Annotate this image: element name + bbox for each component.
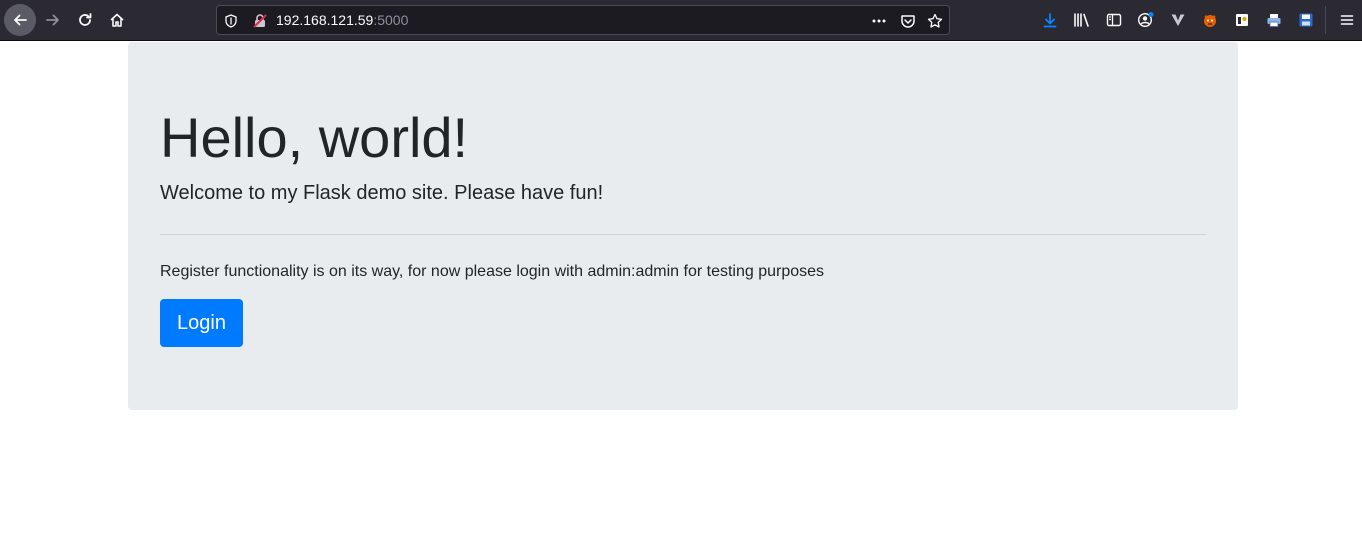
reload-button[interactable] [69,4,101,36]
library-button[interactable] [1066,4,1098,36]
jumbotron-panel: Hello, world! Welcome to my Flask demo s… [128,42,1238,410]
back-icon [14,14,27,26]
toolbar-separator [1325,6,1326,34]
account-icon [1137,12,1154,28]
divider [160,234,1206,235]
page-title: Hello, world! [160,106,469,169]
page-actions-icon[interactable] [871,13,887,29]
extension-v-icon [1171,14,1185,26]
login-button[interactable]: Login [160,299,243,347]
register-note: Register functionality is on its way, fo… [160,263,825,280]
extension-fox-icon [1204,15,1216,27]
account-button[interactable] [1130,4,1162,36]
lead-text: Welcome to my Flask demo site. Please ha… [160,182,604,204]
extension-dark-icon [1236,14,1248,26]
sidebar-icon [1106,13,1122,27]
extension-save-button[interactable] [1290,4,1322,36]
back-button[interactable] [4,4,36,36]
extension-v-button[interactable] [1162,4,1194,36]
downloads-icon [1043,13,1057,28]
home-icon [110,13,124,27]
url-text[interactable]: 192.168.121.59:5000 [276,12,408,28]
url-host: 192.168.121.59 [276,12,374,28]
bookmark-star-icon[interactable] [927,13,943,29]
tracking-protection-icon[interactable] [223,13,239,29]
extension-save-icon [1299,13,1313,27]
downloads-button[interactable] [1034,4,1066,36]
reload-icon [79,13,92,26]
menu-icon [1340,15,1354,25]
library-icon [1074,13,1089,27]
url-port: :5000 [373,12,409,28]
pocket-icon[interactable] [900,13,916,29]
url-bar[interactable]: 192.168.121.59:5000 [216,5,950,35]
extension-fox-button[interactable] [1194,4,1226,36]
browser-toolbar: 192.168.121.59:5000 [0,0,1362,41]
home-button[interactable] [101,4,133,36]
forward-icon [46,14,59,26]
extension-dark-button[interactable] [1226,4,1258,36]
sidebar-button[interactable] [1098,4,1130,36]
forward-button[interactable] [37,4,69,36]
extension-print-icon [1267,14,1281,27]
insecure-lock-icon[interactable] [252,13,268,29]
menu-button[interactable] [1331,4,1362,36]
extension-print-button[interactable] [1258,4,1290,36]
